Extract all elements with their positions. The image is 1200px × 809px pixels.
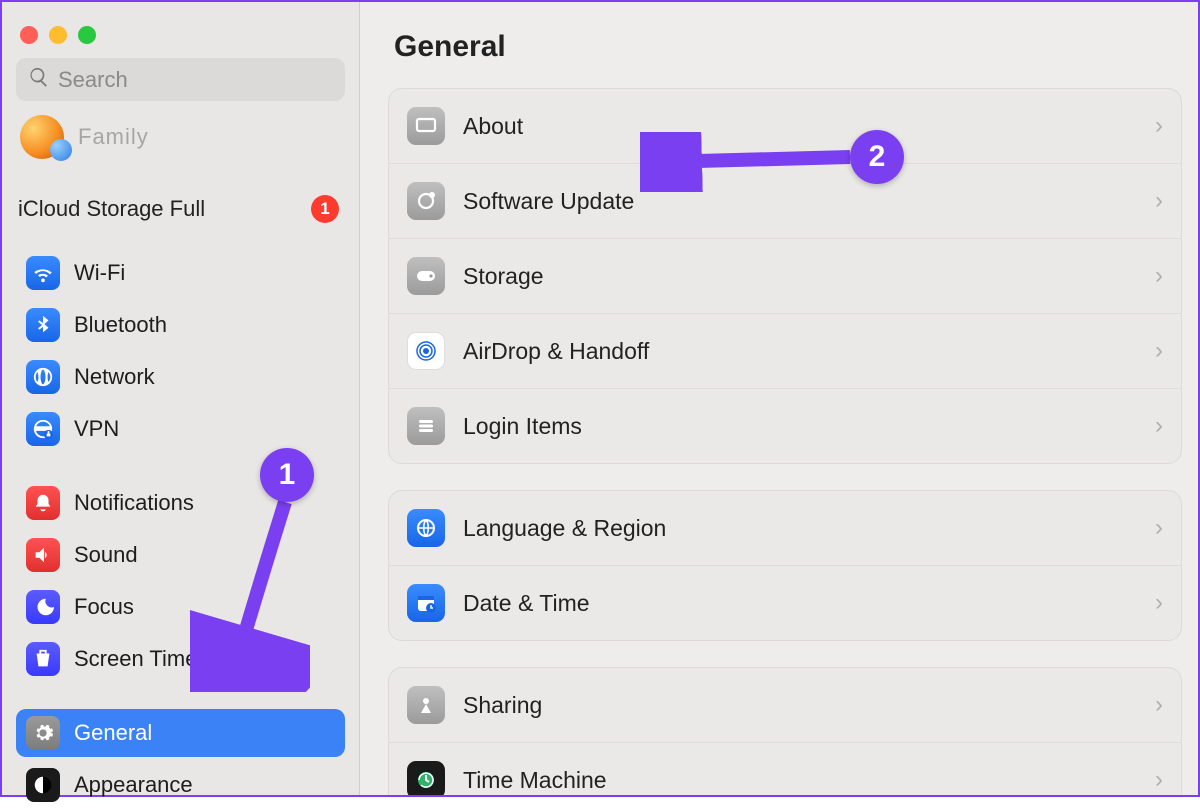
- row-time-machine[interactable]: Time Machine ›: [389, 743, 1181, 795]
- sidebar-label: Notifications: [74, 490, 194, 516]
- sidebar-item-appearance[interactable]: Appearance: [16, 761, 345, 809]
- row-storage[interactable]: Storage ›: [389, 239, 1181, 314]
- main-pane: General About › Software Update › Storag…: [360, 2, 1198, 795]
- row-label: Time Machine: [463, 767, 1137, 794]
- sidebar-item-icloud-storage[interactable]: iCloud Storage Full 1: [16, 173, 345, 245]
- sidebar-label: Focus: [74, 594, 134, 620]
- sidebar-item-wifi[interactable]: Wi-Fi: [16, 249, 345, 297]
- chevron-right-icon: ›: [1155, 589, 1163, 617]
- time-machine-icon: [407, 761, 445, 795]
- search-input[interactable]: [58, 67, 333, 93]
- chevron-right-icon: ›: [1155, 187, 1163, 215]
- sidebar-label: Screen Time: [74, 646, 198, 672]
- sharing-icon: [407, 686, 445, 724]
- chevron-right-icon: ›: [1155, 337, 1163, 365]
- chevron-right-icon: ›: [1155, 514, 1163, 542]
- window-controls: [16, 14, 345, 58]
- notifications-icon: [26, 486, 60, 520]
- date-time-icon: [407, 584, 445, 622]
- row-login-items[interactable]: Login Items ›: [389, 389, 1181, 463]
- minimize-button[interactable]: [49, 26, 67, 44]
- sidebar-item-general[interactable]: General: [16, 709, 345, 757]
- row-date-time[interactable]: Date & Time ›: [389, 566, 1181, 640]
- sidebar-item-bluetooth[interactable]: Bluetooth: [16, 301, 345, 349]
- screen-time-icon: [26, 642, 60, 676]
- chevron-right-icon: ›: [1155, 262, 1163, 290]
- login-items-icon: [407, 407, 445, 445]
- general-icon: [26, 716, 60, 750]
- vpn-icon: [26, 412, 60, 446]
- annotation-step-2-arrow: [640, 132, 860, 192]
- sidebar-item-family[interactable]: Family: [16, 111, 345, 173]
- storage-label: iCloud Storage Full: [18, 196, 205, 222]
- chevron-right-icon: ›: [1155, 691, 1163, 719]
- settings-group-2: Language & Region › Date & Time ›: [388, 490, 1182, 641]
- sidebar-label: VPN: [74, 416, 119, 442]
- storage-icon: [407, 257, 445, 295]
- wifi-icon: [26, 256, 60, 290]
- chevron-right-icon: ›: [1155, 766, 1163, 794]
- sidebar-label: Network: [74, 364, 155, 390]
- row-label: Language & Region: [463, 515, 1137, 542]
- focus-icon: [26, 590, 60, 624]
- chevron-right-icon: ›: [1155, 412, 1163, 440]
- row-language-region[interactable]: Language & Region ›: [389, 491, 1181, 566]
- annotation-step-2-badge: 2: [850, 130, 904, 184]
- sound-icon: [26, 538, 60, 572]
- search-field[interactable]: [16, 58, 345, 101]
- row-sharing[interactable]: Sharing ›: [389, 668, 1181, 743]
- airdrop-icon: [407, 332, 445, 370]
- page-title: General: [394, 30, 1182, 64]
- sidebar-item-vpn[interactable]: VPN: [16, 405, 345, 453]
- sidebar: Family iCloud Storage Full 1 Wi-Fi Bluet…: [2, 2, 360, 795]
- family-label: Family: [78, 124, 149, 150]
- sidebar-label: Wi-Fi: [74, 260, 125, 286]
- search-icon: [28, 66, 50, 93]
- row-label: Date & Time: [463, 590, 1137, 617]
- network-icon: [26, 360, 60, 394]
- annotation-step-1-arrow: [190, 492, 310, 692]
- row-airdrop-handoff[interactable]: AirDrop & Handoff ›: [389, 314, 1181, 389]
- chevron-right-icon: ›: [1155, 112, 1163, 140]
- software-update-icon: [407, 182, 445, 220]
- row-label: Storage: [463, 263, 1137, 290]
- sidebar-item-network[interactable]: Network: [16, 353, 345, 401]
- row-label: AirDrop & Handoff: [463, 338, 1137, 365]
- sidebar-label: General: [74, 720, 152, 746]
- settings-group-3: Sharing › Time Machine ›: [388, 667, 1182, 795]
- sidebar-label: Appearance: [74, 772, 193, 798]
- row-label: Sharing: [463, 692, 1137, 719]
- family-avatar-icon: [20, 115, 64, 159]
- annotation-step-1-badge: 1: [260, 448, 314, 502]
- language-region-icon: [407, 509, 445, 547]
- maximize-button[interactable]: [78, 26, 96, 44]
- sidebar-label: Bluetooth: [74, 312, 167, 338]
- row-label: Login Items: [463, 413, 1137, 440]
- about-icon: [407, 107, 445, 145]
- close-button[interactable]: [20, 26, 38, 44]
- settings-window: Family iCloud Storage Full 1 Wi-Fi Bluet…: [2, 2, 1198, 795]
- sidebar-label: Sound: [74, 542, 138, 568]
- storage-badge: 1: [311, 195, 339, 223]
- bluetooth-icon: [26, 308, 60, 342]
